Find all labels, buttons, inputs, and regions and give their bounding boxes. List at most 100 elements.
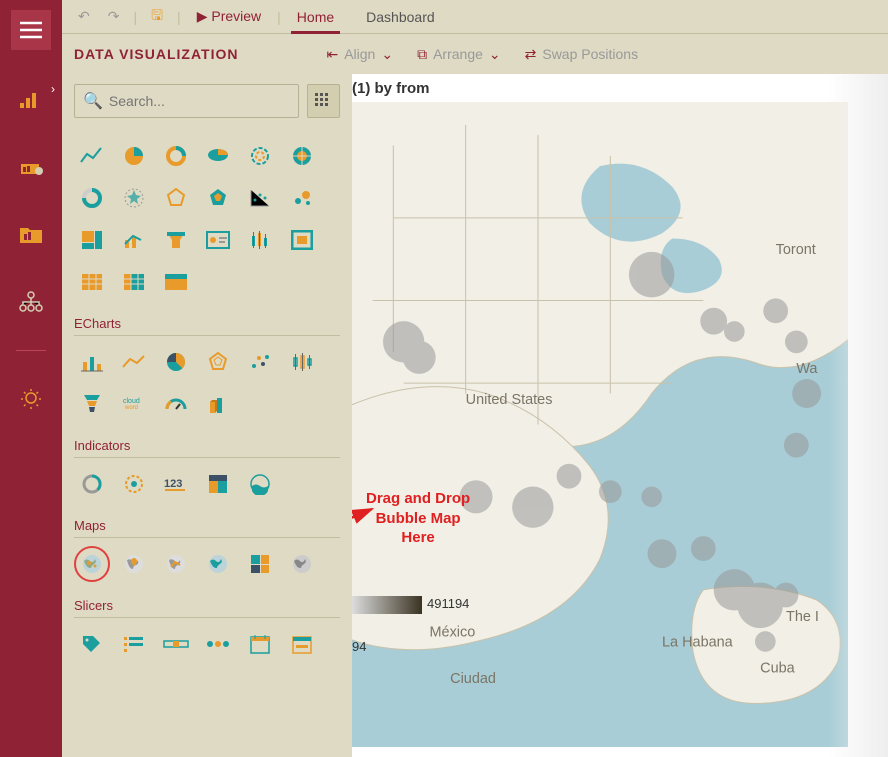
combo-chart-icon[interactable] [116, 222, 152, 258]
charts-nav-icon[interactable]: › [11, 78, 51, 118]
grid-toggle-button[interactable] [307, 84, 340, 118]
radar-filled-icon[interactable] [200, 180, 236, 216]
tab-dashboard[interactable]: Dashboard [366, 9, 435, 25]
map-label-us: United States [466, 392, 553, 408]
table-icon[interactable] [74, 264, 110, 300]
sunburst-icon[interactable] [284, 138, 320, 174]
map-globe-green-icon[interactable] [200, 546, 236, 582]
swap-button[interactable]: ⇄ Swap Positions [525, 46, 638, 63]
legend-max-value: 491194 [427, 596, 469, 611]
indicator-number-icon[interactable]: 123 [158, 466, 194, 502]
echart-funnel-icon[interactable] [74, 386, 110, 422]
echart-cloud-icon[interactable]: cloudword [116, 386, 152, 422]
section-indicators: Indicators [74, 438, 340, 458]
map-label-toronto: Toront [776, 242, 816, 258]
map-pin-icon[interactable] [116, 546, 152, 582]
search-input[interactable] [109, 93, 290, 109]
header-card-icon[interactable] [158, 264, 194, 300]
chevron-down-icon: ⌄ [489, 46, 501, 63]
idea-nav-icon[interactable] [11, 379, 51, 419]
left-rail: › [0, 0, 62, 757]
echart-radar-icon[interactable] [200, 344, 236, 380]
align-icon: ⇤ [326, 46, 338, 63]
indicator-liquid-icon[interactable] [242, 466, 278, 502]
echart-pie-icon[interactable] [158, 344, 194, 380]
slicer-date-icon[interactable] [242, 626, 278, 662]
search-icon: 🔍 [83, 91, 103, 111]
arrange-icon: ⧉ [417, 46, 427, 63]
chart-title: (1) by from [352, 80, 430, 97]
design-canvas[interactable]: (1) by from [352, 74, 888, 757]
ribbon: DATA VISUALIZATION ⇤ Align ⌄ ⧉ Arrange ⌄… [62, 34, 888, 74]
section-slicers: Slicers [74, 598, 340, 618]
align-button[interactable]: ⇤ Align ⌄ [326, 46, 393, 63]
echart-scatter-icon[interactable] [242, 344, 278, 380]
preview-button[interactable]: ▶ Preview [191, 8, 267, 25]
redo-icon[interactable]: ↷ [104, 8, 124, 25]
data-nav-icon[interactable] [11, 146, 51, 186]
frame-icon[interactable] [284, 222, 320, 258]
save-icon[interactable]: 🖫 [147, 5, 167, 29]
indicator-gauge1-icon[interactable] [74, 466, 110, 502]
top-toolbar: ↶ ↷ | 🖫 | ▶ Preview | Home Dashboard [62, 0, 888, 34]
multi-donut-icon[interactable] [242, 138, 278, 174]
svg-text:word: word [124, 405, 138, 411]
section-maps: Maps [74, 518, 340, 538]
echart-column3d-icon[interactable] [200, 386, 236, 422]
echart-bar-icon[interactable] [74, 344, 110, 380]
radar-outline-icon[interactable] [158, 180, 194, 216]
line-chart-icon[interactable] [74, 138, 110, 174]
map-label-mexico: México [430, 624, 476, 640]
scatter-icon[interactable] [242, 180, 278, 216]
svg-text:123: 123 [164, 478, 182, 490]
map-label-wa: Wa [796, 361, 818, 377]
card-chart-icon[interactable] [200, 222, 236, 258]
treemap-icon[interactable] [74, 222, 110, 258]
slicer-tag-icon[interactable] [74, 626, 110, 662]
candlestick-icon[interactable] [242, 222, 278, 258]
search-box[interactable]: 🔍 [74, 84, 299, 118]
swap-icon: ⇄ [525, 46, 537, 63]
slicer-range-icon[interactable] [158, 626, 194, 662]
map-label-habana: La Habana [662, 635, 734, 651]
donut-chart-icon[interactable] [158, 138, 194, 174]
indicator-stacked-icon[interactable] [200, 466, 236, 502]
echart-gauge-icon[interactable] [158, 386, 194, 422]
folder-nav-icon[interactable] [11, 214, 51, 254]
arrange-button[interactable]: ⧉ Arrange ⌄ [417, 46, 501, 63]
map-bubble-icon[interactable] [74, 546, 110, 582]
chevron-down-icon: ⌄ [381, 46, 393, 63]
svg-text:cloud: cloud [123, 398, 140, 405]
section-echarts: ECharts [74, 316, 340, 336]
menu-button[interactable] [11, 10, 51, 50]
drop-annotation: Drag and Drop Bubble Map Here [366, 489, 470, 548]
map-visualization[interactable]: United States Toront Wa México Ciudad La… [352, 102, 848, 747]
radial-icon[interactable] [116, 180, 152, 216]
map-heatgrid-icon[interactable] [242, 546, 278, 582]
legend-gradient [352, 596, 422, 614]
hierarchy-nav-icon[interactable] [11, 282, 51, 322]
pivot-table-icon[interactable] [116, 264, 152, 300]
progress-ring-icon[interactable] [74, 180, 110, 216]
map-route-icon[interactable] [158, 546, 194, 582]
legend-value2: 94 [352, 639, 366, 654]
bubble-icon[interactable] [284, 180, 320, 216]
map-label-cuba: Cuba [760, 661, 796, 677]
pie-chart-icon[interactable] [116, 138, 152, 174]
viz-panel: 🔍 [62, 74, 352, 757]
echart-line-icon[interactable] [116, 344, 152, 380]
indicator-gauge2-icon[interactable] [116, 466, 152, 502]
tab-home[interactable]: Home [291, 9, 340, 34]
canvas-fade [828, 74, 888, 757]
map-label-thei: The I [786, 609, 819, 625]
slicer-dots-icon[interactable] [200, 626, 236, 662]
pie3d-chart-icon[interactable] [200, 138, 236, 174]
slicer-daterange-icon[interactable] [284, 626, 320, 662]
funnel-icon[interactable] [158, 222, 194, 258]
map-globe-grey-icon[interactable] [284, 546, 320, 582]
echart-boxplot-icon[interactable] [284, 344, 320, 380]
map-label-ciudad: Ciudad [450, 671, 496, 687]
ribbon-title: DATA VISUALIZATION [74, 46, 238, 62]
slicer-list-icon[interactable] [116, 626, 152, 662]
undo-icon[interactable]: ↶ [74, 8, 94, 25]
